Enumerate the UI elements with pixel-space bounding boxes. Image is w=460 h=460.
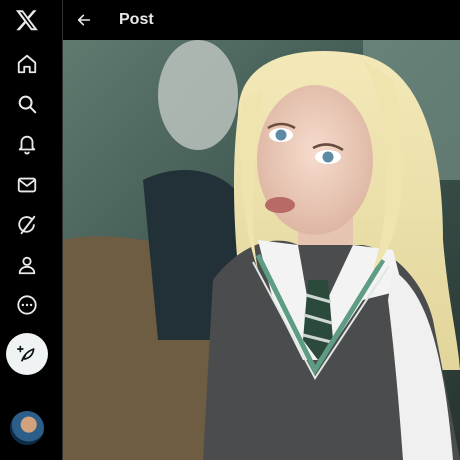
feather-plus-icon	[17, 345, 35, 362]
page-title: Post	[119, 11, 154, 28]
notifications-bell-icon	[18, 135, 36, 155]
back-button[interactable]	[69, 5, 99, 35]
profile-person-icon	[18, 256, 36, 275]
home-icon	[17, 54, 37, 74]
search-icon	[18, 95, 37, 114]
sidebar-item-grok[interactable]	[7, 205, 47, 245]
x-logo-link[interactable]	[7, 0, 47, 40]
x-logo-icon	[15, 10, 38, 31]
sidebar-item-messages[interactable]	[7, 165, 47, 205]
post-media-image[interactable]	[63, 40, 460, 460]
more-circle-icon	[17, 295, 37, 315]
messages-envelope-icon	[17, 177, 37, 193]
sidebar-item-more[interactable]	[7, 285, 47, 325]
sidebar-item-home[interactable]	[7, 44, 47, 84]
compose-post-button[interactable]	[6, 333, 48, 375]
cosplay-photo	[63, 40, 460, 460]
sidebar-item-profile[interactable]	[7, 245, 47, 285]
grok-icon	[18, 215, 36, 235]
sidebar-item-explore[interactable]	[7, 84, 47, 124]
back-arrow-icon	[77, 14, 91, 26]
account-avatar[interactable]	[10, 411, 44, 445]
post-header: Post	[63, 0, 460, 40]
sidebar-item-notifications[interactable]	[7, 124, 47, 164]
sidebar-nav	[0, 0, 56, 460]
